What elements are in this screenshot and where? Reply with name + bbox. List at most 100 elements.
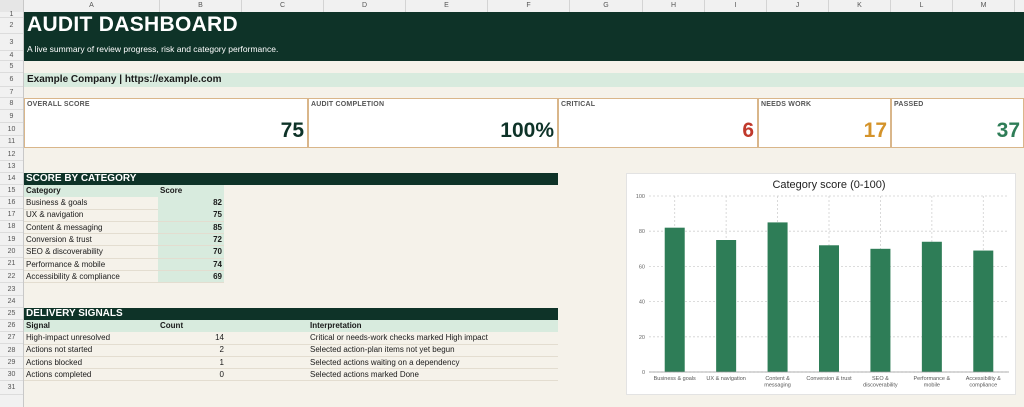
bar-4 [819, 245, 839, 372]
row-header-6[interactable]: 6 [0, 73, 23, 87]
row-header-bar: 1 2 3 4 5 6 7 8 9 10 11 12 13 14 15 16 17 18 19 20 21 22 23 24 2… [0, 11, 24, 407]
delivery-row-count[interactable]: 2 [160, 344, 224, 356]
x-tick-label: Business & goals [654, 376, 696, 382]
delivery-row-signal[interactable]: Actions not started [26, 344, 92, 356]
delivery-row-count[interactable]: 0 [160, 369, 224, 381]
row-header-2[interactable]: 2 [0, 18, 23, 34]
row-header-25[interactable]: 25 [0, 308, 23, 320]
row-header-14[interactable]: 14 [0, 173, 23, 185]
column-header-l[interactable]: L [891, 0, 953, 12]
score-section-header: SCORE BY CATEGORY [24, 173, 558, 185]
row-header-18[interactable]: 18 [0, 221, 23, 233]
score-row-category[interactable]: Business & goals [26, 197, 87, 209]
row-divider [24, 368, 558, 370]
row-header-24[interactable]: 24 [0, 296, 23, 308]
delivery-row-interpretation[interactable]: Selected action-plan items not yet begun [310, 344, 455, 356]
company-label: Example Company | https://example.com [27, 74, 222, 85]
row-header-28[interactable]: 28 [0, 344, 23, 357]
dashboard-title: AUDIT DASHBOARD [27, 13, 238, 36]
delivery-row-interpretation[interactable]: Critical or needs-work checks marked Hig… [310, 332, 488, 344]
score-row-category[interactable]: Accessibility & compliance [26, 271, 120, 283]
delivery-row-count[interactable]: 1 [160, 357, 224, 369]
card-overall-score[interactable]: OVERALL SCORE 75 [24, 98, 308, 148]
delivery-row-count[interactable]: 14 [160, 332, 224, 344]
y-tick-label: 100 [636, 194, 645, 200]
column-header-a[interactable]: A [24, 0, 160, 12]
row-header-20[interactable]: 20 [0, 246, 23, 258]
col-header-score[interactable]: Score [160, 185, 182, 197]
row-header-16[interactable]: 16 [0, 197, 23, 209]
row-header-21[interactable]: 21 [0, 258, 23, 270]
score-row-category[interactable]: SEO & discoverability [26, 246, 103, 258]
card-needs-work[interactable]: NEEDS WORK 17 [758, 98, 891, 148]
card-label: PASSED [894, 101, 924, 108]
column-header-h[interactable]: H [643, 0, 705, 12]
score-row-value[interactable]: 69 [160, 271, 222, 283]
y-tick-label: 40 [639, 300, 645, 306]
card-value: 75 [280, 119, 304, 142]
score-row-value[interactable]: 82 [160, 197, 222, 209]
col-header-count[interactable]: Count [160, 320, 183, 332]
column-header-g[interactable]: G [570, 0, 643, 12]
col-header-interpretation[interactable]: Interpretation [310, 320, 362, 332]
column-header-k[interactable]: K [829, 0, 891, 12]
score-row-category[interactable]: Content & messaging [26, 222, 103, 234]
row-header-23[interactable]: 23 [0, 283, 23, 296]
column-header-b[interactable]: B [160, 0, 242, 12]
row-header-10[interactable]: 10 [0, 123, 23, 136]
score-row-value[interactable]: 85 [160, 222, 222, 234]
row-header-11[interactable]: 11 [0, 136, 23, 148]
row-header-29[interactable]: 29 [0, 357, 23, 369]
score-row-value[interactable]: 72 [160, 234, 222, 246]
column-header-f[interactable]: F [488, 0, 570, 12]
card-audit-completion[interactable]: AUDIT COMPLETION 100% [308, 98, 558, 148]
score-row-value[interactable]: 75 [160, 209, 222, 221]
score-row-category[interactable]: Performance & mobile [26, 259, 105, 271]
row-header-27[interactable]: 27 [0, 332, 23, 344]
y-tick-label: 60 [639, 264, 645, 270]
row-divider [24, 282, 224, 284]
column-header-c[interactable]: C [242, 0, 324, 12]
score-row-value[interactable]: 70 [160, 246, 222, 258]
row-header-9[interactable]: 9 [0, 110, 23, 123]
score-row-category[interactable]: UX & navigation [26, 209, 83, 221]
row-header-13[interactable]: 13 [0, 161, 23, 173]
row-header-15[interactable]: 15 [0, 185, 23, 197]
row-header-26[interactable]: 26 [0, 320, 23, 332]
bar-3 [767, 222, 788, 372]
bar-7 [973, 250, 994, 372]
score-row-value[interactable]: 74 [160, 259, 222, 271]
category-score-chart[interactable]: Category score (0-100) 0 20 40 60 80 100 Busine… [626, 173, 1016, 395]
row-header-22[interactable]: 22 [0, 270, 23, 283]
column-header-e[interactable]: E [406, 0, 488, 12]
col-header-signal[interactable]: Signal [26, 320, 50, 332]
row-header-17[interactable]: 17 [0, 209, 23, 221]
column-header-d[interactable]: D [324, 0, 406, 12]
card-label: CRITICAL [561, 101, 596, 108]
col-header-category[interactable]: Category [26, 185, 61, 197]
chart-title: Category score (0-100) [772, 179, 885, 191]
score-row-category[interactable]: Conversion & trust [26, 234, 92, 246]
delivery-row-signal[interactable]: Actions completed [26, 369, 91, 381]
row-header-31[interactable]: 31 [0, 381, 23, 395]
card-passed[interactable]: PASSED 37 [891, 98, 1024, 148]
row-header-3[interactable]: 3 [0, 34, 23, 51]
row-header-7[interactable]: 7 [0, 87, 23, 98]
row-header-4[interactable]: 4 [0, 51, 23, 61]
column-header-m[interactable]: M [953, 0, 1015, 12]
y-tick-label: 20 [639, 335, 645, 341]
row-header-5[interactable]: 5 [0, 61, 23, 73]
column-header-j[interactable]: J [767, 0, 829, 12]
delivery-row-signal[interactable]: High-impact unresolved [26, 332, 110, 344]
column-header-i[interactable]: I [705, 0, 767, 12]
row-header-30[interactable]: 30 [0, 369, 23, 381]
card-critical[interactable]: CRITICAL 6 [558, 98, 758, 148]
delivery-row-signal[interactable]: Actions blocked [26, 357, 82, 369]
x-tick-label: compliance [969, 383, 997, 389]
delivery-row-interpretation[interactable]: Selected actions waiting on a dependency [310, 357, 459, 369]
dashboard-subtitle: A live summary of review progress, risk … [27, 44, 279, 54]
delivery-row-interpretation[interactable]: Selected actions marked Done [310, 369, 419, 381]
row-header-8[interactable]: 8 [0, 98, 23, 110]
row-header-12[interactable]: 12 [0, 148, 23, 161]
row-header-19[interactable]: 19 [0, 233, 23, 246]
